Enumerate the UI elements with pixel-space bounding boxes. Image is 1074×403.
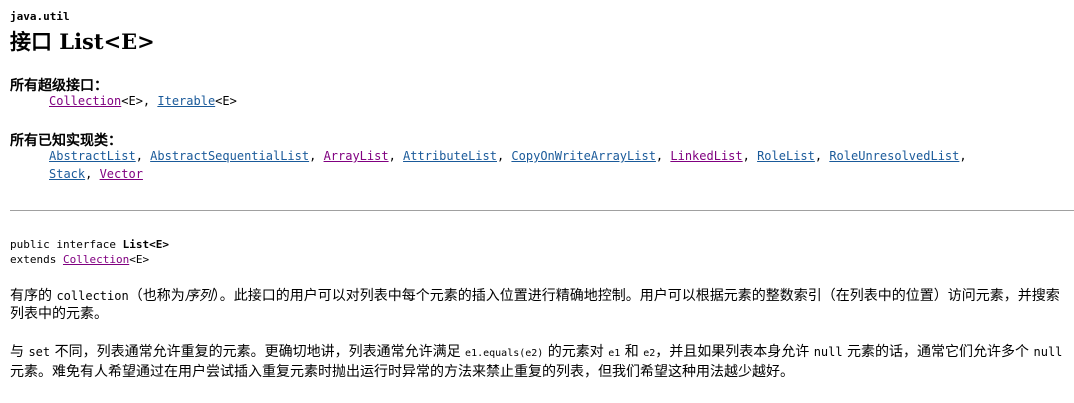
separator: ,	[814, 149, 830, 163]
linkedlist-link[interactable]: LinkedList	[670, 149, 742, 163]
para2-text-3: 的元素对	[543, 344, 609, 360]
para2-text-5: ，并且如果列表本身允许	[655, 344, 814, 360]
superinterfaces-list: Collection<E>, Iterable<E>	[49, 93, 237, 110]
section-divider	[10, 210, 1074, 211]
implementing-classes-list-row2: Stack, Vector	[49, 166, 143, 183]
copyonwritearraylist-link[interactable]: CopyOnWriteArrayList	[511, 149, 656, 163]
separator: ,	[959, 149, 967, 163]
code-e2: e2	[643, 348, 656, 359]
emphasis-sequence: 序列	[184, 288, 213, 304]
extends-keyword: extends	[10, 253, 63, 266]
type-param-text: <E>	[215, 94, 237, 108]
abstractlist-link[interactable]: AbstractList	[49, 149, 136, 163]
para1-text-2: （也称为	[128, 288, 185, 304]
separator: ,	[135, 149, 151, 163]
implementing-classes-list-row1: AbstractList, AbstractSequentialList, Ar…	[49, 148, 967, 165]
collection-link[interactable]: Collection	[49, 94, 121, 108]
separator: ,	[655, 149, 671, 163]
para2-text-6: 元素的话，通常它们允许多个	[842, 344, 1034, 360]
rolelist-link[interactable]: RoleList	[757, 149, 815, 163]
code-collection: collection	[56, 289, 129, 303]
vector-link[interactable]: Vector	[100, 167, 143, 181]
page-title: 接口 List<E>	[10, 29, 155, 54]
para2-text-4: 和	[620, 344, 644, 360]
separator: ,	[496, 149, 512, 163]
para2-text-2: 不同，列表通常允许重复的元素。更确切地讲，列表通常允许满足	[50, 344, 466, 360]
type-param-text: <E>	[129, 253, 150, 266]
package-name: java.util	[10, 10, 70, 23]
extends-collection-link[interactable]: Collection	[63, 253, 129, 266]
code-null: null	[1033, 345, 1063, 359]
type-param-text: <E>,	[121, 94, 158, 108]
roleunresolvedlist-link[interactable]: RoleUnresolvedList	[829, 149, 959, 163]
declaration-type-name: List<E>	[122, 238, 169, 251]
code-null: null	[813, 345, 843, 359]
abstractsequentiallist-link[interactable]: AbstractSequentialList	[150, 149, 309, 163]
separator: ,	[85, 167, 100, 181]
code-equals: e1.equals(e2)	[465, 348, 544, 359]
separator: ,	[388, 149, 404, 163]
description-paragraph-2: 与 set 不同，列表通常允许重复的元素。更确切地讲，列表通常允许满足 e1.e…	[10, 343, 1070, 381]
implementing-classes-heading: 所有已知实现类：	[10, 133, 122, 149]
code-e1: e1	[608, 348, 621, 359]
separator: ,	[309, 149, 324, 163]
para1-text-1: 有序的	[10, 288, 57, 304]
arraylist-link[interactable]: ArrayList	[324, 149, 389, 163]
declaration-line-2: extends Collection<E>	[10, 253, 149, 266]
stack-link[interactable]: Stack	[49, 167, 85, 181]
superinterfaces-heading: 所有超级接口：	[10, 78, 108, 94]
iterable-link[interactable]: Iterable	[157, 94, 215, 108]
description-paragraph-1: 有序的 collection（也称为序列）。此接口的用户可以对列表中每个元素的插…	[10, 287, 1070, 323]
separator: ,	[742, 149, 758, 163]
declaration-prefix: public interface	[10, 238, 123, 251]
attributelist-link[interactable]: AttributeList	[403, 149, 497, 163]
para2-text-1: 与	[10, 344, 29, 360]
para2-text-7: 元素。难免有人希望通过在用户尝试插入重复元素时抛出运行时异常的方法来禁止重复的列…	[10, 364, 794, 380]
declaration-line-1: public interface List<E>	[10, 238, 169, 251]
code-set: set	[28, 345, 51, 359]
